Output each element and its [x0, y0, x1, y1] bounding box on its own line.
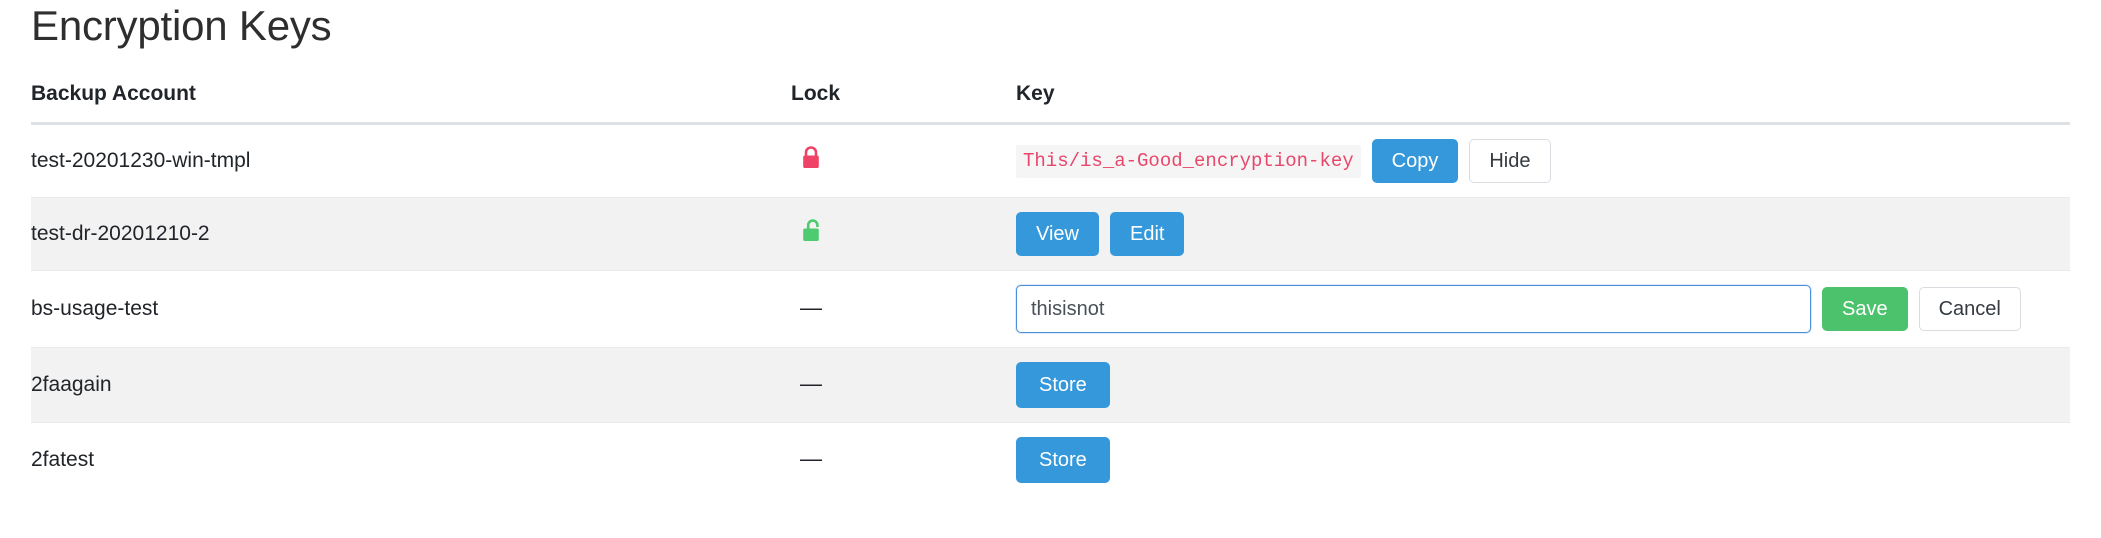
- store-button[interactable]: Store: [1016, 362, 1110, 409]
- key-revealed-group: This/is_a-Good_encryption-key Copy Hide: [1016, 139, 2070, 184]
- account-name-cell: test-dr-20201210-2: [31, 197, 791, 271]
- lock-cell: —: [791, 270, 1016, 348]
- key-input[interactable]: [1016, 285, 1811, 334]
- em-dash-icon: —: [791, 448, 831, 472]
- lock-cell: [791, 124, 1016, 198]
- store-button[interactable]: Store: [1016, 437, 1110, 484]
- column-header-account: Backup Account: [31, 82, 791, 126]
- lock-cell: —: [791, 422, 1016, 498]
- copy-button[interactable]: Copy: [1371, 139, 1459, 184]
- account-name-cell: test-20201230-win-tmpl: [31, 149, 251, 173]
- lock-none-dash: —: [800, 371, 822, 397]
- key-edit-group: Save Cancel: [1016, 285, 2070, 334]
- table-header: Backup Account Lock Key: [31, 82, 2070, 126]
- key-cell: Store: [1016, 347, 2070, 423]
- table-row: 2faagain — Store: [31, 347, 2070, 423]
- lock-open-icon: [791, 218, 831, 250]
- key-empty-group: Store: [1016, 437, 2070, 484]
- key-stored-group: View Edit: [1016, 212, 2070, 257]
- table-row: bs-usage-test — Save Cancel: [31, 270, 2070, 348]
- table-body: test-20201230-win-tmpl This/is_a-Good_en…: [31, 124, 2070, 498]
- page-title: Encryption Keys: [31, 2, 332, 49]
- edit-button[interactable]: Edit: [1110, 212, 1185, 257]
- lock-none-dash: —: [800, 446, 822, 472]
- key-empty-group: Store: [1016, 362, 2070, 409]
- key-cell: View Edit: [1016, 197, 2070, 271]
- table-row: 2fatest — Store: [31, 422, 2070, 498]
- key-cell: Store: [1016, 422, 2070, 498]
- lock-closed-icon: [791, 145, 831, 177]
- column-header-key: Key: [1016, 82, 2070, 126]
- account-name-cell: bs-usage-test: [31, 270, 791, 348]
- encryption-keys-table: Backup Account Lock Key test-20201230-wi…: [31, 82, 2070, 498]
- column-header-lock: Lock: [791, 82, 1016, 126]
- view-button[interactable]: View: [1016, 212, 1099, 257]
- table-header-row: Backup Account Lock Key: [31, 82, 2070, 126]
- cancel-button[interactable]: Cancel: [1918, 287, 2021, 332]
- account-name-cell: 2fatest: [31, 422, 791, 498]
- table-row: test-dr-20201210-2 View Edit: [31, 197, 2070, 271]
- hide-button[interactable]: Hide: [1469, 139, 1551, 184]
- save-button[interactable]: Save: [1822, 287, 1908, 332]
- lock-cell: —: [791, 347, 1016, 423]
- key-value-text: This/is_a-Good_encryption-key: [1016, 144, 1361, 178]
- em-dash-icon: —: [791, 297, 831, 321]
- table-row: test-20201230-win-tmpl This/is_a-Good_en…: [31, 124, 2070, 198]
- em-dash-icon: —: [791, 373, 831, 397]
- lock-cell: [791, 197, 1016, 271]
- key-cell: Save Cancel: [1016, 270, 2070, 348]
- account-name-cell: 2faagain: [31, 347, 791, 423]
- encryption-keys-page: Encryption Keys Backup Account Lock Key …: [0, 0, 2101, 538]
- lock-none-dash: —: [800, 295, 822, 321]
- key-cell: This/is_a-Good_encryption-key Copy Hide: [1016, 124, 2070, 198]
